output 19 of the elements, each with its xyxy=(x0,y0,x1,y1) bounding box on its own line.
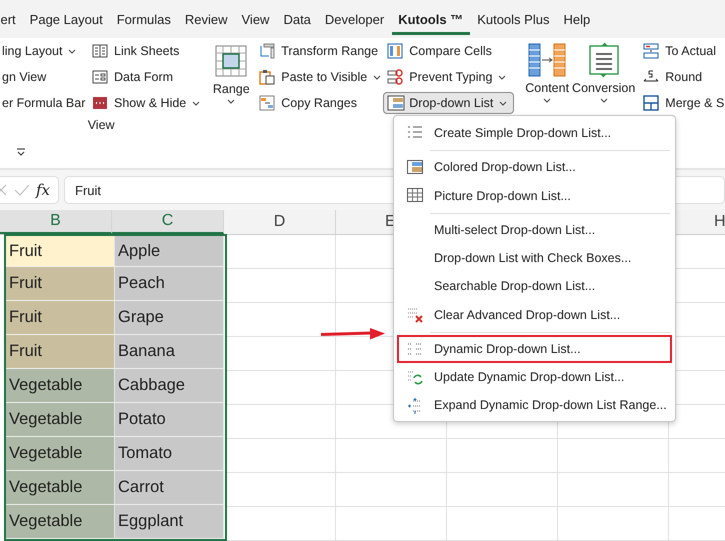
table-cell: Fruit xyxy=(6,301,115,335)
table-cell: Vegetable xyxy=(6,437,115,471)
table-cell: Apple xyxy=(115,236,224,267)
table-cell: Vegetable xyxy=(6,369,115,403)
table-cell: Fruit xyxy=(6,236,115,267)
table-cell: Vegetable xyxy=(6,471,115,505)
table-cell: Fruit xyxy=(6,335,115,369)
table-cell: Cabbage xyxy=(115,369,224,403)
table-cell: Carrot xyxy=(115,471,224,505)
group-label: View xyxy=(86,118,116,132)
table-cell: Potato xyxy=(115,403,224,437)
table-cell: Peach xyxy=(115,267,224,301)
table-cell: Vegetable xyxy=(6,403,115,437)
table-cell: Banana xyxy=(115,335,224,369)
table-cell: Vegetable xyxy=(6,505,115,539)
table-cell: Eggplant xyxy=(115,505,224,539)
table-cell: Grape xyxy=(115,301,224,335)
table-cell: Tomato xyxy=(115,437,224,471)
table-cell: Fruit xyxy=(6,267,115,301)
